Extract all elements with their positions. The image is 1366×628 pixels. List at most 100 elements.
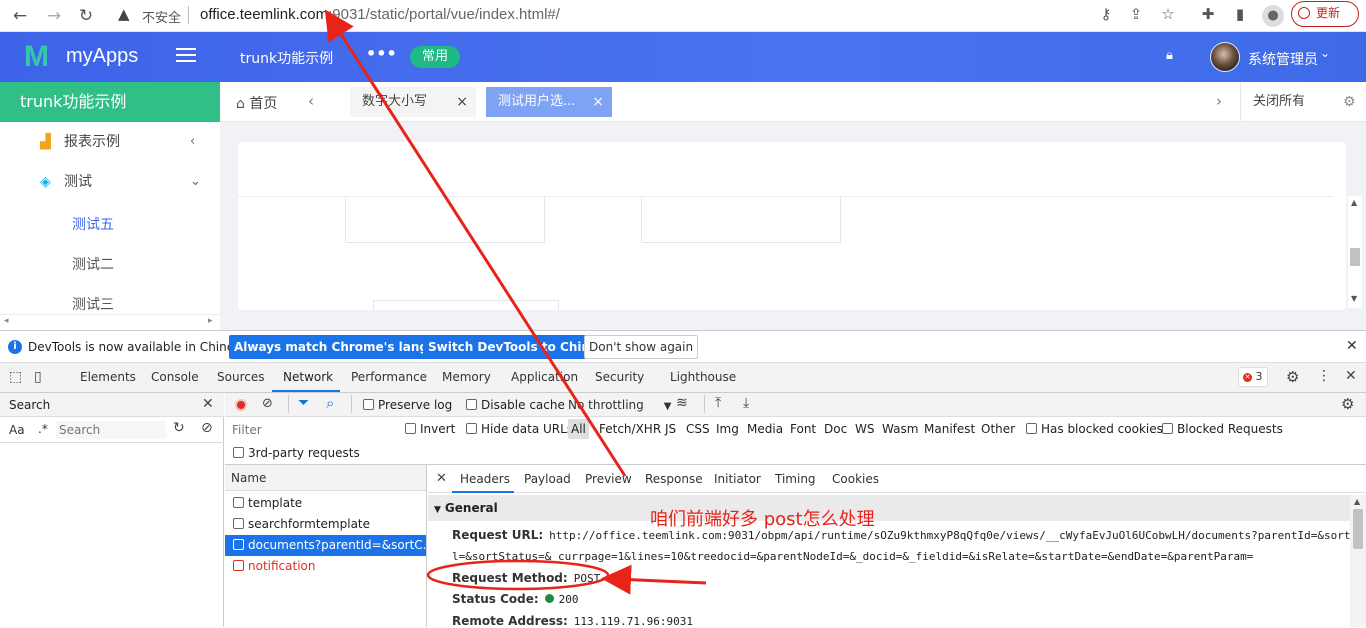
content-vertical-scrollbar[interactable]: ▲ ▼ [1348,196,1362,308]
inspect-icon[interactable]: ⬚ [9,369,22,385]
throttling-select[interactable]: No throttling ▼ [568,398,671,412]
filter-type-ws[interactable]: WS [855,422,874,436]
more-vertical-icon[interactable]: ⋮ [1317,368,1331,384]
filter-type-wasm[interactable]: Wasm [882,422,918,436]
share-icon[interactable]: ⇪ [1126,5,1146,23]
search-input[interactable] [56,421,166,439]
preserve-log-checkbox[interactable]: Preserve log [363,398,452,412]
close-icon[interactable]: ✕ [1345,368,1357,384]
hide-data-urls-checkbox[interactable]: Hide data URLs [466,422,573,436]
tab-memory[interactable]: Memory [442,370,491,384]
filter-type-media[interactable]: Media [747,422,783,436]
scroll-right-icon[interactable]: ▸ [208,316,213,326]
import-icon[interactable]: ⤒ [715,395,721,411]
match-case-toggle[interactable]: Aa [9,423,25,437]
user-name[interactable]: 系统管理员 [1248,49,1318,69]
filter-icon[interactable]: ⏷ [298,395,309,411]
tab-security[interactable]: Security [595,370,644,384]
error-badge[interactable]: ✕ 3 [1238,367,1268,387]
tab-console[interactable]: Console [151,370,199,384]
avatar[interactable] [1210,42,1240,72]
close-icon[interactable]: ✕ [202,396,214,412]
star-icon[interactable]: ☆ [1158,5,1178,23]
filter-type-other[interactable]: Other [981,422,1015,436]
close-icon[interactable]: ✕ [1346,338,1358,354]
common-badge[interactable]: 常用 [410,46,460,68]
tab-performance[interactable]: Performance [351,370,427,384]
search-icon[interactable]: ⌕ [326,394,334,412]
tab-lighthouse[interactable]: Lighthouse [670,370,736,384]
more-icon[interactable]: ••• [366,44,397,63]
tab-cookies[interactable]: Cookies [832,472,879,486]
tab-elements[interactable]: Elements [80,370,136,384]
table-row[interactable]: template [225,493,426,514]
scroll-thumb[interactable] [1353,509,1363,549]
export-icon[interactable]: ⤓ [743,395,749,411]
tab-initiator[interactable]: Initiator [714,472,761,486]
extensions-icon[interactable]: ✚ [1198,5,1218,23]
clear-icon[interactable]: ⊘ [201,420,213,436]
tab-headers[interactable]: Headers [460,472,510,486]
tab-payload[interactable]: Payload [524,472,571,486]
request-list-header[interactable]: Name [225,465,426,491]
blocked-requests-checkbox[interactable]: Blocked Requests [1162,422,1283,436]
lock-icon[interactable]: 🔒︎ [1166,48,1173,63]
tab-network[interactable]: Network [283,370,333,384]
blocked-cookies-checkbox[interactable]: Has blocked cookies [1026,422,1163,436]
dont-show-again-button[interactable]: Don't show again [584,335,699,359]
gear-icon[interactable]: ⚙ [1341,395,1354,413]
scroll-thumb[interactable] [1350,248,1360,266]
chevron-down-icon[interactable]: ⌄ [1320,46,1330,60]
table-row[interactable]: notification [225,556,426,577]
refresh-icon[interactable]: ↻ [173,420,185,436]
close-icon[interactable]: ✕ [436,471,447,486]
tab-test-user-select[interactable]: 测试用户选... × [486,87,612,117]
menu-toggle-icon[interactable] [176,48,196,64]
sidebar-subitem-test2[interactable]: 测试二 [72,254,114,274]
filter-type-manifest[interactable]: Manifest [924,422,975,436]
filter-type-font[interactable]: Font [790,422,816,436]
module-title[interactable]: trunk功能示例 [240,48,333,68]
close-icon[interactable]: × [592,87,604,117]
third-party-checkbox[interactable]: 3rd-party requests [233,446,360,460]
gear-icon[interactable]: ⚙ [1286,368,1299,386]
back-arrow-icon[interactable]: ← [8,4,32,28]
tab-number-case[interactable]: 数字大小写 × [350,87,476,117]
tab-preview[interactable]: Preview [585,472,632,486]
forward-arrow-icon[interactable]: → [42,4,66,28]
network-conditions-icon[interactable]: ≋ [676,395,688,411]
disable-cache-checkbox[interactable]: Disable cache [466,398,565,412]
tabs-next-icon[interactable]: › [1216,92,1222,110]
table-row[interactable]: searchformtemplate [225,514,426,535]
scroll-left-icon[interactable]: ◂ [4,316,9,326]
device-toggle-icon[interactable]: ▯ [34,369,42,385]
clear-log-icon[interactable]: ⊘ [262,396,273,411]
gear-icon[interactable]: ⚙ [1343,82,1356,122]
filter-type-js[interactable]: JS [665,422,676,436]
profile-icon[interactable]: ● [1262,5,1284,27]
sidepanel-icon[interactable]: ▮ [1230,5,1250,23]
filter-type-all[interactable]: All [568,419,589,439]
invert-checkbox[interactable]: Invert [405,422,455,436]
close-all-button[interactable]: 关闭所有 ⚙ [1240,82,1366,122]
tab-sources[interactable]: Sources [217,370,264,384]
table-row[interactable]: documents?parentId=&sortC... [225,535,426,556]
sidebar-horizontal-scrollbar[interactable]: ◂ ▸ [0,314,220,330]
filter-type-fetch[interactable]: Fetch/XHR [599,422,661,436]
general-section-header[interactable]: ▼ General [428,495,1350,521]
record-icon[interactable] [235,399,247,411]
detail-vertical-scrollbar[interactable]: ▲ [1350,495,1366,627]
sidebar-subitem-test3[interactable]: 测试三 [72,294,114,314]
close-icon[interactable]: × [456,87,468,117]
key-icon[interactable]: ⚷ [1096,5,1116,23]
tabs-prev-icon[interactable]: ‹ [308,92,314,110]
sidebar-item-test[interactable]: ◈ 测试 ⌄ [0,162,220,202]
tab-timing[interactable]: Timing [775,472,816,486]
filter-type-img[interactable]: Img [716,422,739,436]
tab-application[interactable]: Application [511,370,578,384]
update-button[interactable]: 更新 [1291,1,1359,27]
regex-toggle[interactable]: .* [38,422,48,436]
sidebar-subitem-test5[interactable]: 测试五 [72,214,114,234]
filter-input[interactable] [229,421,393,439]
sidebar-item-report[interactable]: ▟ 报表示例 ‹ [0,122,220,162]
